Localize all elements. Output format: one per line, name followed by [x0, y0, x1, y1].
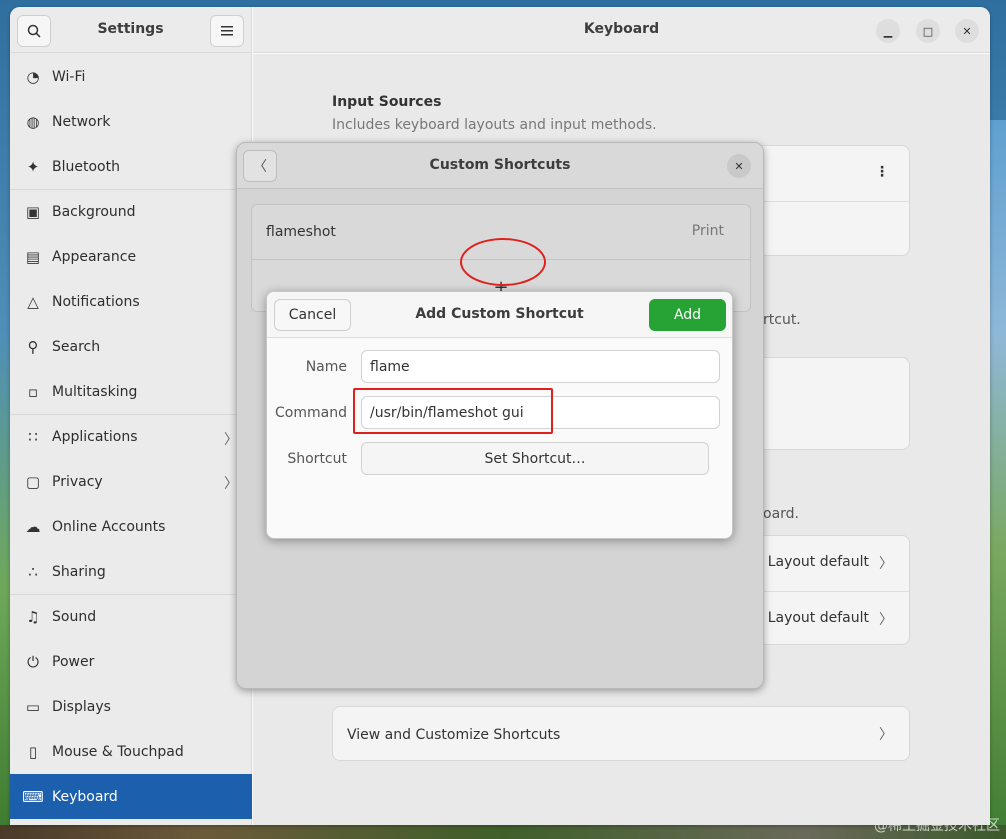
- sidebar-item-label: Power: [52, 653, 95, 670]
- section-subtitle-partial: rtcut.: [763, 312, 801, 328]
- sidebar-item-applications[interactable]: ∷ Applications 〉: [10, 414, 252, 459]
- sidebar-item-mouse-touchpad[interactable]: ▯ Mouse & Touchpad: [10, 729, 252, 774]
- sidebar-item-wifi[interactable]: ◔ Wi-Fi: [10, 54, 252, 99]
- sidebar-item-keyboard[interactable]: ⌨ Keyboard: [10, 774, 252, 819]
- sidebar-item-privacy[interactable]: ▢ Privacy 〉: [10, 459, 252, 504]
- sidebar-item-label: Privacy: [52, 473, 103, 490]
- multitasking-icon: ▫: [27, 382, 39, 401]
- appearance-icon: ▤: [25, 247, 41, 266]
- hamburger-icon: [221, 26, 233, 36]
- more-options-icon[interactable]: ⋮: [875, 164, 889, 180]
- keyboard-icon: ⌨: [22, 787, 44, 806]
- sidebar-item-bluetooth[interactable]: ✦ Bluetooth: [10, 144, 252, 189]
- sidebar-item-appearance[interactable]: ▤ Appearance: [10, 234, 252, 279]
- view-shortcuts-card: View and Customize Shortcuts 〉: [332, 706, 910, 761]
- menu-button[interactable]: [210, 15, 244, 47]
- apps-grid-icon: ∷: [28, 428, 38, 446]
- sidebar-item-label: Wi-Fi: [52, 68, 86, 85]
- sidebar-item-sound[interactable]: ♫ Sound: [10, 594, 252, 639]
- chevron-right-icon: 〉: [879, 612, 893, 628]
- sidebar-item-background[interactable]: ▣ Background: [10, 189, 252, 234]
- chevron-right-icon: 〉: [879, 556, 893, 572]
- shortcut-accelerator: Print: [691, 223, 724, 239]
- annotation-ellipse: [460, 238, 546, 286]
- sidebar-item-search[interactable]: ⚲ Search: [10, 324, 252, 369]
- sidebar: Settings ◔ Wi-Fi ◍ Network ✦ Bluetooth ▣…: [10, 7, 252, 825]
- add-shortcut-header: Cancel Add Custom Shortcut Add: [267, 292, 732, 338]
- sidebar-header: Settings: [10, 7, 251, 53]
- sidebar-list: ◔ Wi-Fi ◍ Network ✦ Bluetooth ▣ Backgrou…: [10, 54, 252, 819]
- add-button[interactable]: Add: [649, 299, 726, 331]
- view-shortcuts-label: View and Customize Shortcuts: [347, 726, 561, 743]
- close-icon: ✕: [734, 159, 744, 173]
- input-sources-title: Input Sources: [332, 94, 442, 110]
- sidebar-item-label: Background: [52, 204, 136, 220]
- sidebar-item-label: Online Accounts: [52, 518, 166, 535]
- bell-icon: △: [27, 292, 39, 311]
- background-icon: ▣: [25, 203, 41, 221]
- sidebar-item-label: Mouse & Touchpad: [52, 743, 184, 760]
- custom-shortcuts-header: 〈 Custom Shortcuts ✕: [237, 143, 763, 189]
- close-icon: ✕: [962, 24, 972, 38]
- command-label: Command: [275, 405, 347, 421]
- custom-shortcuts-title: Custom Shortcuts: [429, 157, 571, 173]
- sidebar-item-label: Applications: [52, 429, 138, 445]
- share-icon: ∴: [28, 562, 38, 581]
- sidebar-item-label: Multitasking: [52, 383, 138, 400]
- view-customize-shortcuts-row[interactable]: View and Customize Shortcuts 〉: [333, 707, 909, 762]
- layout-value: Layout default: [767, 610, 869, 626]
- set-shortcut-button[interactable]: Set Shortcut…: [361, 442, 709, 475]
- sidebar-item-online-accounts[interactable]: ☁ Online Accounts: [10, 504, 252, 549]
- maximize-button[interactable]: □: [916, 19, 940, 43]
- content-header: Keyboard ▁ □ ✕: [253, 7, 990, 53]
- sidebar-item-label: Network: [52, 113, 111, 130]
- sidebar-item-multitasking[interactable]: ▫ Multitasking: [10, 369, 252, 414]
- wifi-icon: ◔: [26, 67, 40, 86]
- power-icon: ⏻: [27, 652, 39, 671]
- section-subtitle-partial-2: oard.: [763, 506, 799, 522]
- search-icon: ⚲: [27, 337, 39, 356]
- shortcut-name: flameshot: [266, 224, 336, 240]
- lock-icon: ▢: [25, 472, 41, 491]
- sidebar-item-sharing[interactable]: ∴ Sharing: [10, 549, 252, 594]
- sidebar-item-label: Sharing: [52, 563, 106, 580]
- minimize-button[interactable]: ▁: [876, 19, 900, 43]
- close-button[interactable]: ✕: [955, 19, 979, 43]
- sidebar-item-label: Bluetooth: [52, 158, 120, 175]
- maximize-icon: □: [922, 24, 934, 38]
- input-sources-subtitle: Includes keyboard layouts and input meth…: [332, 117, 657, 133]
- sidebar-item-label: Sound: [52, 609, 97, 625]
- desktop-wallpaper: [990, 120, 1006, 839]
- sidebar-item-label: Search: [52, 338, 101, 355]
- annotation-rectangle: [353, 388, 553, 434]
- sidebar-item-label: Keyboard: [52, 788, 118, 805]
- sidebar-item-label: Displays: [52, 698, 111, 715]
- sidebar-item-label: Notifications: [52, 293, 140, 310]
- sidebar-item-displays[interactable]: ▭ Displays: [10, 684, 252, 729]
- layout-value: Layout default: [767, 554, 869, 570]
- name-label: Name: [305, 359, 347, 375]
- music-note-icon: ♫: [26, 608, 40, 626]
- mouse-icon: ▯: [28, 742, 38, 761]
- close-button[interactable]: ✕: [727, 154, 751, 178]
- name-field[interactable]: flame: [361, 350, 720, 383]
- bluetooth-icon: ✦: [26, 157, 40, 176]
- sidebar-item-notifications[interactable]: △ Notifications: [10, 279, 252, 324]
- desktop-wallpaper-bottom: [0, 825, 1006, 839]
- chevron-right-icon: 〉: [879, 727, 893, 743]
- sidebar-item-power[interactable]: ⏻ Power: [10, 639, 252, 684]
- display-icon: ▭: [25, 697, 41, 716]
- cloud-icon: ☁: [25, 517, 41, 536]
- minimize-icon: ▁: [883, 24, 893, 38]
- network-icon: ◍: [26, 112, 40, 131]
- sidebar-item-network[interactable]: ◍ Network: [10, 99, 252, 144]
- shortcut-label: Shortcut: [287, 451, 347, 467]
- sidebar-item-label: Appearance: [52, 248, 137, 265]
